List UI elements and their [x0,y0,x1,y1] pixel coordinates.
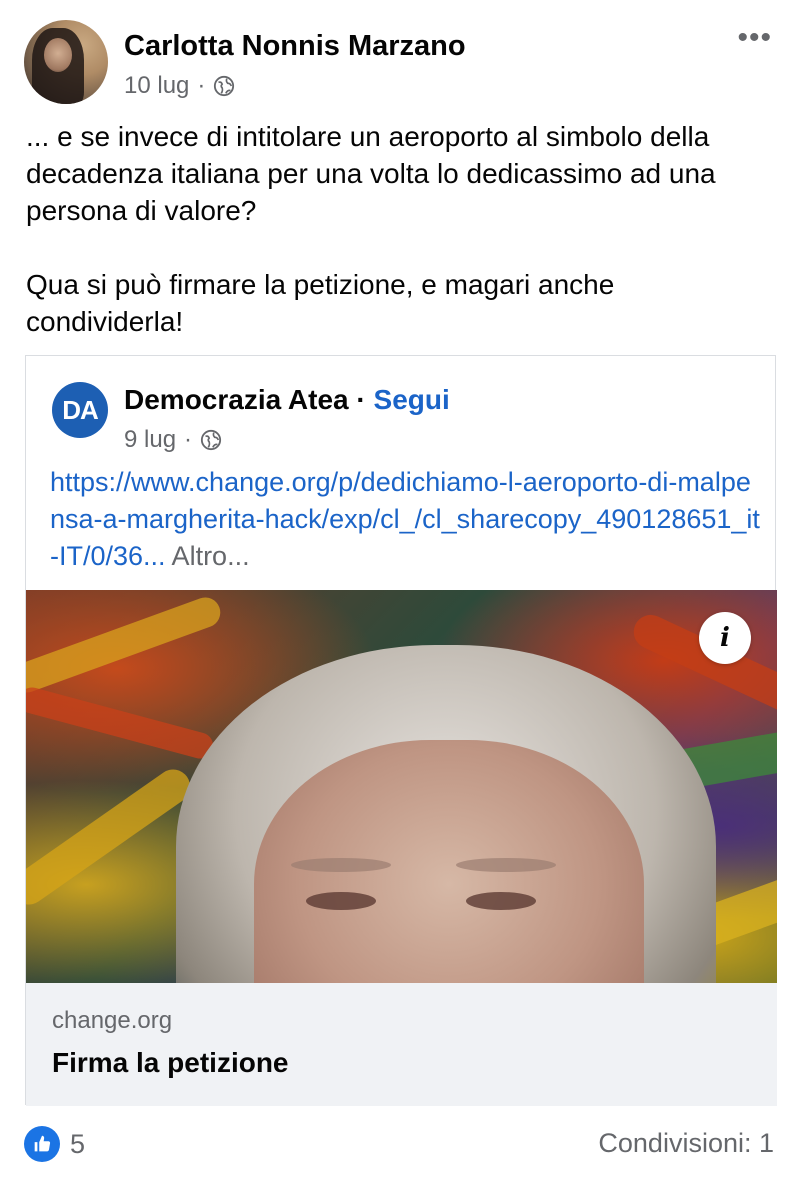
link-preview-image[interactable]: i [26,590,777,983]
post-paragraph-1: ... e se invece di intitolare un aeropor… [26,121,716,226]
shared-post-card[interactable]: DA Democrazia Atea · Segui 9 lug · https… [25,355,777,1106]
meta-separator: · [197,72,206,99]
shared-page-name[interactable]: Democrazia Atea [124,384,349,415]
follow-button[interactable]: Segui [374,384,450,415]
shared-date[interactable]: 9 lug [124,426,176,454]
next-row-peek [0,1192,800,1200]
reactions-summary[interactable]: 5 [24,1126,85,1162]
link-domain: change.org [52,1007,173,1034]
link-preview-footer[interactable]: change.org Firma la petizione [26,983,777,1106]
like-icon [24,1126,60,1162]
more-options-icon[interactable]: ••• [737,23,772,53]
like-count: 5 [70,1128,86,1159]
shared-meta: 9 lug · [124,426,222,454]
link-title[interactable]: Firma la petizione [52,1047,289,1079]
author-name[interactable]: Carlotta Nonnis Marzano [124,30,466,63]
post-header: Carlotta Nonnis Marzano 10 lug · ••• [24,20,776,104]
globe-icon [214,75,235,97]
info-icon[interactable]: i [699,612,751,664]
see-more-link[interactable]: Altro... [166,541,250,571]
shared-meta-separator: · [184,426,193,453]
post-paragraph-2: Qua si può firmare la petizione, e magar… [26,269,615,337]
petition-link[interactable]: https://www.change.org/p/dedichiamo-l-ae… [50,467,760,571]
author-avatar[interactable] [24,20,108,104]
shared-page-title: Democrazia Atea · Segui [124,384,450,416]
shares-count[interactable]: Condivisioni: 1 [598,1128,774,1159]
title-separator: · [356,384,366,415]
shared-link-text: https://www.change.org/p/dedichiamo-l-ae… [50,464,760,575]
globe-icon [200,429,222,451]
post-text: ... e se invece di intitolare un aeropor… [26,118,776,340]
post-date[interactable]: 10 lug [124,72,189,100]
page-logo[interactable]: DA [52,382,108,438]
post-meta: 10 lug · [124,72,235,100]
